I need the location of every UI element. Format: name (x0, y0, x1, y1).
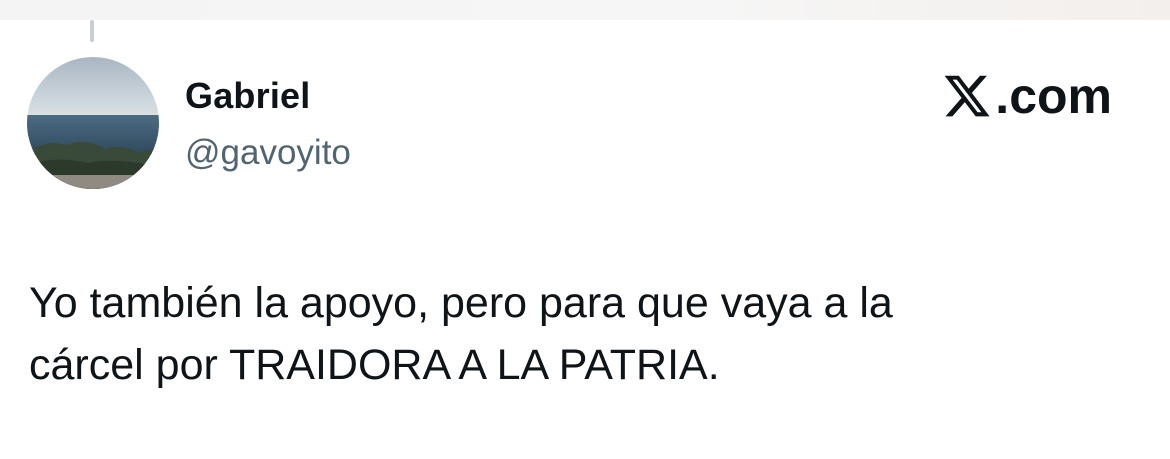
tweet-text: Yo también la apoyo, pero para que vaya … (29, 279, 893, 389)
x-logo-icon (941, 71, 993, 121)
x-com-brand: .com (941, 70, 1112, 122)
author-display-name[interactable]: Gabriel (185, 75, 310, 117)
brand-domain-text: .com (995, 68, 1112, 124)
thread-connector-line (90, 20, 94, 42)
top-strip (0, 0, 1170, 20)
avatar-image (27, 57, 159, 189)
avatar[interactable] (27, 57, 159, 189)
author-handle[interactable]: @gavoyito (185, 133, 351, 173)
